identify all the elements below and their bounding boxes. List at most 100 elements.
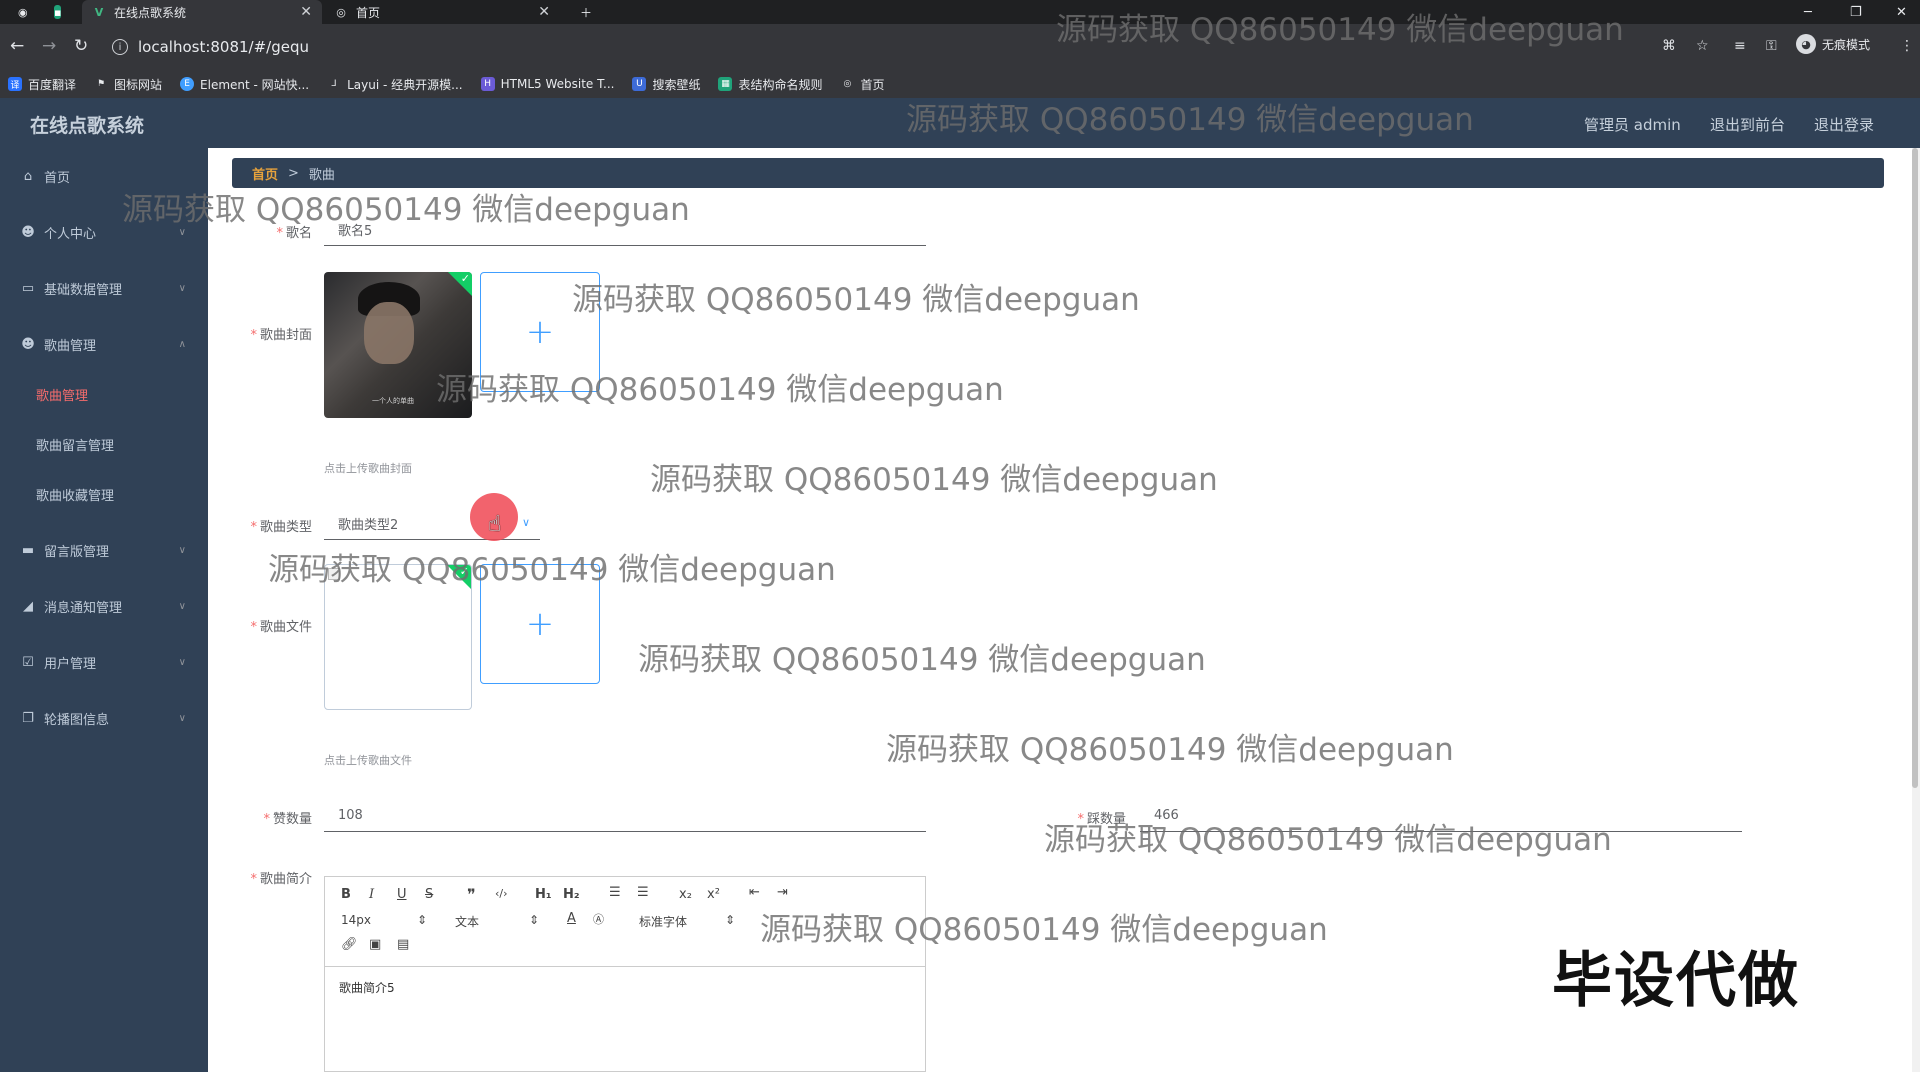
check-icon: ✓ <box>459 565 469 578</box>
underline-icon[interactable]: U <box>397 887 407 902</box>
quote-icon[interactable]: ❞ <box>467 885 476 904</box>
user-icon: ☻ <box>21 336 35 352</box>
song-type-value: 歌曲类型2 <box>338 518 399 533</box>
rich-text-editor[interactable]: B I U S ❞ ‹/› H₁ H₂ ☰ ☰ x₂ x² ⇤ ⇥ 14px ⇕… <box>324 876 926 1072</box>
select-arrows-icon: ⇕ <box>725 913 736 927</box>
dislikes-label: * 踩数量 <box>1077 812 1126 827</box>
song-type-label: * 歌曲类型 <box>250 520 312 535</box>
chevron-down-icon: ∨ <box>178 282 186 294</box>
bookmark-item[interactable]: E Element - 网站快... <box>180 76 309 93</box>
song-file-thumbnail[interactable]: ✓ <box>324 564 472 710</box>
bookmark-item[interactable]: 译百度翻译 <box>8 76 76 93</box>
sidebar-item-basic-data[interactable]: ▭ 基础数据管理 ∨ <box>0 270 208 306</box>
font-family-select[interactable]: 标准字体 <box>639 913 687 930</box>
cover-upload-hint: 点击上传歌曲封面 <box>324 462 412 475</box>
tab-title: 在线点歌系统 <box>114 5 187 20</box>
tab-home[interactable]: ◎ 首页 ✕ <box>324 0 560 24</box>
more-icon[interactable]: ⋮ <box>1900 38 1914 54</box>
reading-list-icon[interactable]: ≡ <box>1734 38 1746 54</box>
window-close-icon[interactable]: ✕ <box>1896 0 1907 24</box>
italic-icon[interactable]: I <box>369 887 374 902</box>
sidebar-item-song-management[interactable]: ☻ 歌曲管理 ∧ <box>0 326 208 362</box>
bookmark-item[interactable]: ▦ 表结构命名规则 <box>718 76 822 93</box>
sidebar-subitem-songs[interactable]: 歌曲管理 <box>0 376 208 412</box>
dislikes-input[interactable]: 466 <box>1140 800 1742 832</box>
bookmark-item[interactable]: H HTML5 Website T... <box>480 77 614 91</box>
scrollbar-thumb[interactable] <box>1912 148 1918 788</box>
chevron-down-icon[interactable]: ∨ <box>522 516 530 529</box>
new-tab-button[interactable]: ＋ <box>570 0 602 24</box>
breadcrumb-home[interactable]: 首页 <box>252 164 278 183</box>
sidebar-item-profile[interactable]: ☻ 个人中心 ∨ <box>0 214 208 250</box>
editor-content[interactable]: 歌曲简介5 <box>339 979 395 996</box>
translate-icon[interactable]: ⌘ <box>1662 38 1676 54</box>
incognito-indicator[interactable]: ◕ 无痕模式 <box>1796 34 1870 54</box>
minimize-icon[interactable]: ─ <box>1804 0 1812 24</box>
bookmark-item[interactable]: ◎ 首页 <box>840 76 885 93</box>
url-field[interactable]: i localhost:8081/#/gequ <box>112 32 1672 62</box>
front-link[interactable]: 退出到前台 <box>1710 114 1785 135</box>
chevron-down-icon: ∨ <box>178 656 186 668</box>
star-icon[interactable]: ☆ <box>1696 38 1709 54</box>
sidebar-item-users[interactable]: ☑ 用户管理 ∨ <box>0 644 208 680</box>
plus-icon: + <box>525 604 555 644</box>
sidebar-subitem-song-comments[interactable]: 歌曲留言管理 <box>0 426 208 462</box>
tab-title: 首页 <box>356 5 381 20</box>
link-icon[interactable]: 🔗︎ <box>341 937 358 952</box>
indent-icon[interactable]: ⇥ <box>777 885 788 900</box>
reload-icon[interactable]: ↻ <box>74 36 88 56</box>
chrome-icon[interactable]: ◉ <box>8 0 38 24</box>
image-icon[interactable]: ▣ <box>369 937 381 952</box>
sidebar: ⌂ 首页 ☻ 个人中心 ∨ ▭ 基础数据管理 ∨ ☻ 歌曲管理 ∧ 歌曲管理 歌… <box>0 148 208 1072</box>
code-icon[interactable]: ‹/› <box>495 887 508 900</box>
logout-link[interactable]: 退出登录 <box>1814 114 1874 135</box>
font-color-icon[interactable]: A <box>567 911 576 926</box>
wallpaper-icon: U <box>632 77 647 91</box>
bullet-list-icon[interactable]: ☰ <box>637 885 649 900</box>
background-color-icon[interactable]: Ⓐ <box>593 911 604 927</box>
song-name-input[interactable]: 歌名5 <box>324 214 926 246</box>
briefcase-icon: ▬ <box>21 542 35 558</box>
bookmark-item[interactable]: ⚑ 图标网站 <box>94 76 162 93</box>
subscript-icon[interactable]: x₂ <box>679 887 692 902</box>
text-style-select[interactable]: 文本 <box>455 913 479 930</box>
tab-online-song-system[interactable]: V 在线点歌系统 ✕ <box>82 0 322 24</box>
heading-1-icon[interactable]: H₁ <box>535 887 552 902</box>
restore-icon[interactable]: ❐ <box>1850 0 1862 24</box>
sidebar-item-guestbook[interactable]: ▬ 留言版管理 ∨ <box>0 532 208 568</box>
font-size-select[interactable]: 14px <box>341 913 371 927</box>
superscript-icon[interactable]: x² <box>707 887 720 902</box>
file-upload-button[interactable]: + <box>480 564 600 684</box>
video-icon[interactable]: ▤ <box>397 937 409 952</box>
home-icon: ⌂ <box>23 168 33 184</box>
likes-input[interactable]: 108 <box>324 800 926 832</box>
info-icon[interactable]: i <box>112 39 128 55</box>
outdent-icon[interactable]: ⇤ <box>749 885 760 900</box>
grid-icon: ▭ <box>21 280 35 296</box>
forward-icon[interactable]: → <box>42 36 56 56</box>
select-arrows-icon: ⇕ <box>417 913 428 927</box>
cover-upload-button[interactable]: + <box>480 272 600 392</box>
close-icon[interactable]: ✕ <box>538 4 550 20</box>
key-icon[interactable]: ⚿ <box>1766 38 1777 54</box>
close-icon[interactable]: ✕ <box>300 4 312 20</box>
song-cover-thumbnail[interactable]: 一个人的单曲 ✓ <box>324 272 472 418</box>
chevron-down-icon: ∨ <box>178 226 186 238</box>
bookmark-item[interactable]: U 搜索壁纸 <box>632 76 700 93</box>
plus-icon: + <box>525 312 555 352</box>
ordered-list-icon[interactable]: ☰ <box>609 885 621 900</box>
sidebar-item-carousel[interactable]: ❐ 轮播图信息 ∨ <box>0 700 208 736</box>
sidebar-subitem-song-favorites[interactable]: 歌曲收藏管理 <box>0 476 208 512</box>
sidebar-item-notifications[interactable]: ◢ 消息通知管理 ∨ <box>0 588 208 624</box>
vue-icon: V <box>94 5 104 19</box>
user-label: 管理员 admin <box>1584 116 1681 134</box>
bookmark-item[interactable]: ⅃ Layui - 经典开源模... <box>327 76 463 93</box>
strikethrough-icon[interactable]: S <box>425 887 433 902</box>
page-scrollbar[interactable] <box>1912 148 1920 1072</box>
check-icon: ✓ <box>460 272 470 285</box>
back-icon[interactable]: ← <box>10 36 24 56</box>
heading-2-icon[interactable]: H₂ <box>563 887 580 902</box>
bold-icon[interactable]: B <box>341 887 351 902</box>
sidebar-item-home[interactable]: ⌂ 首页 <box>0 158 208 194</box>
app-icon[interactable]: ▪ <box>44 0 74 24</box>
